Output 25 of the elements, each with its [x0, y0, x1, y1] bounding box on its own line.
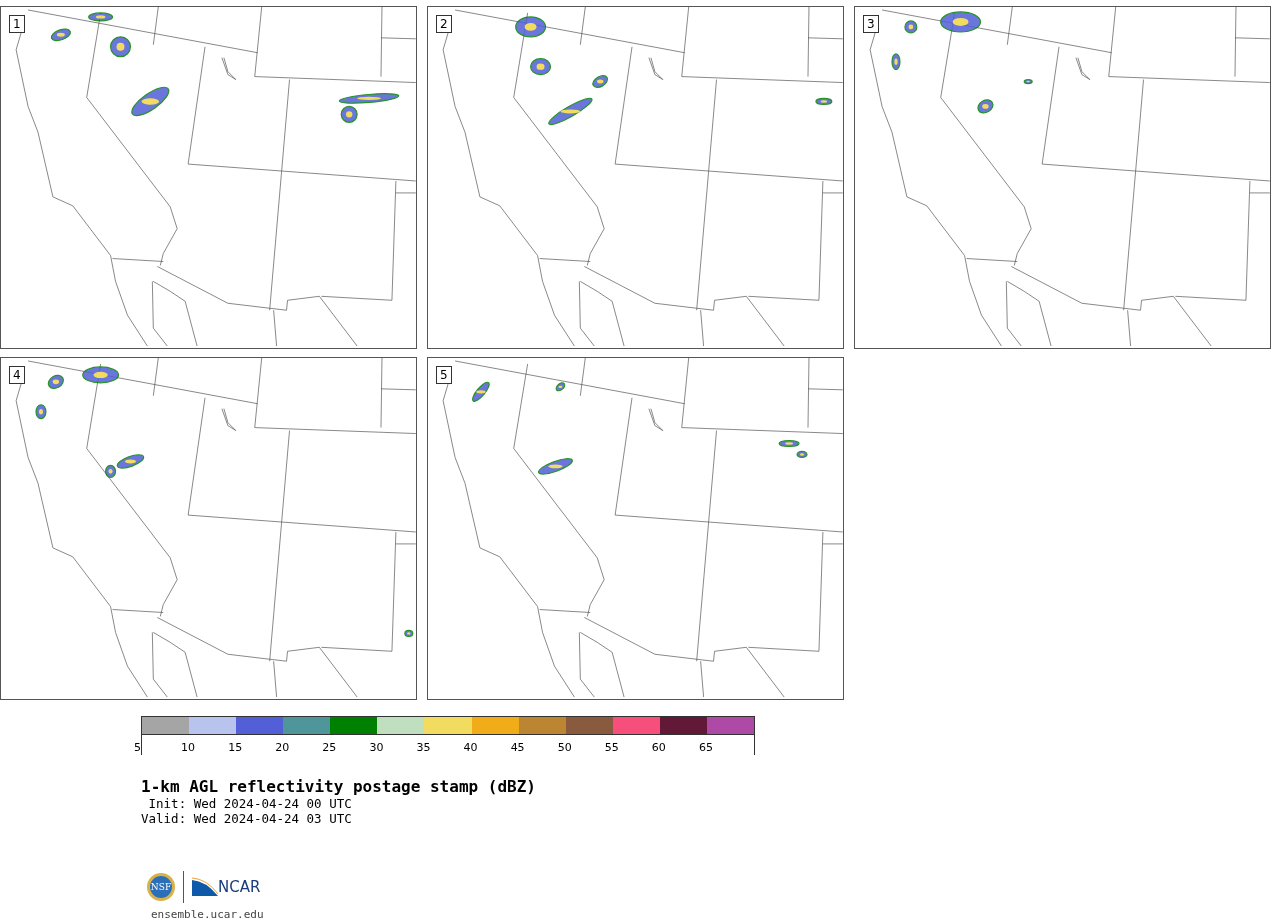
tick-label: 65: [698, 741, 713, 754]
init-time: Init: Wed 2024-04-24 00 UTC: [147, 796, 353, 811]
panel-number: 4: [9, 366, 25, 384]
tick-label: 40: [463, 741, 478, 754]
swoosh-icon: [192, 877, 218, 897]
tick-label: 25: [322, 741, 337, 754]
tick-label: 50: [557, 741, 572, 754]
nsf-logo: NSF: [147, 873, 175, 901]
panel-number: 3: [863, 15, 879, 33]
tick-label: 30: [369, 741, 384, 754]
valid-time: Valid: Wed 2024-04-24 03 UTC: [141, 811, 353, 826]
tick-label: 45: [510, 741, 525, 754]
tick-label: 35: [416, 741, 431, 754]
tick-label: 15: [228, 741, 243, 754]
tick-label: 10: [181, 741, 196, 754]
tick-label: 5: [134, 741, 141, 754]
panel-number: 2: [436, 15, 452, 33]
panel-number: 5: [436, 366, 452, 384]
tick-label: 60: [651, 741, 666, 754]
panel-number: 1: [9, 15, 25, 33]
ncar-logo: NCAR: [218, 878, 261, 896]
tick-label: 55: [604, 741, 619, 754]
chart-title: 1-km AGL reflectivity postage stamp (dBZ): [141, 777, 537, 796]
website-url: ensemble.ucar.edu: [151, 908, 265, 920]
tick-label: 20: [275, 741, 290, 754]
